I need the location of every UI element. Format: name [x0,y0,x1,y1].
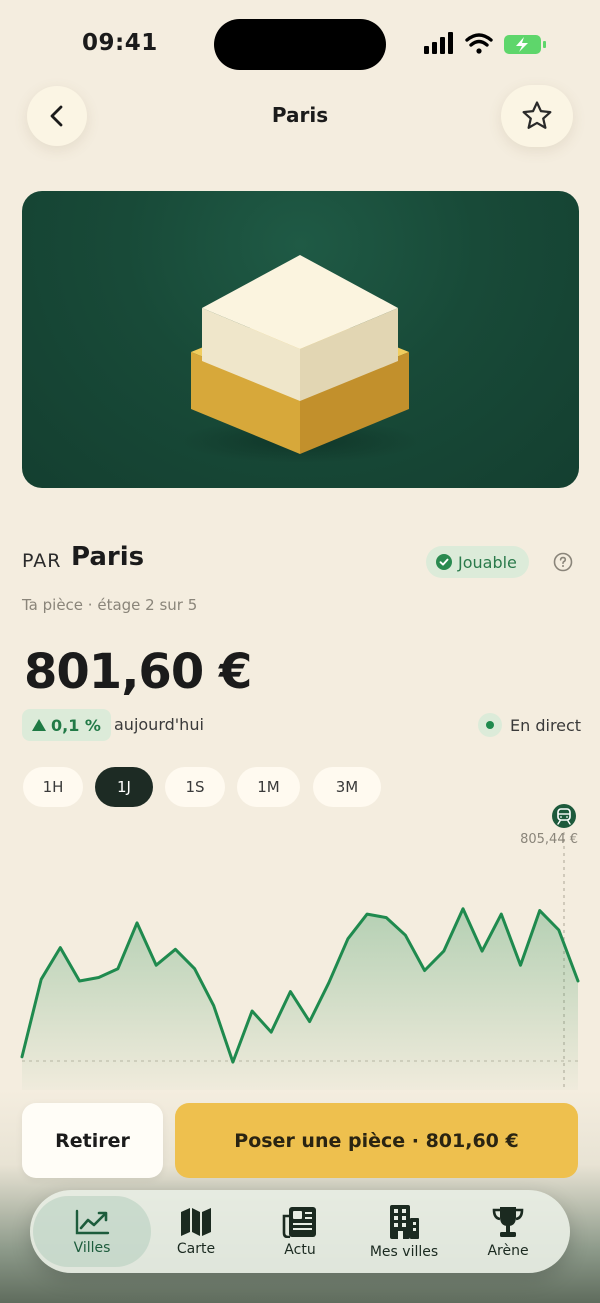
check-circle-icon [436,554,452,570]
dynamic-island [214,19,386,70]
map-icon [181,1207,211,1236]
tab-villes[interactable]: Villes [33,1196,151,1267]
city-hero-card [22,191,579,488]
tab-bar: Villes Carte Actu Mes villes Arène [30,1190,570,1273]
wifi-icon [465,33,493,54]
chart-max-label: 805,44 € [520,832,578,847]
live-dot-icon [478,713,502,737]
piece-floor-subtitle: Ta pièce · étage 2 sur 5 [22,596,198,614]
signal-icon [424,32,453,54]
triangle-up-icon [32,719,46,731]
city-name: Paris [71,542,145,572]
status-icons [424,32,546,54]
question-circle-icon [553,552,573,572]
train-marker-icon[interactable] [552,804,576,828]
tab-arene[interactable]: Arène [449,1196,567,1267]
current-price: 801,60 € [24,644,252,700]
help-button[interactable] [553,552,573,576]
place-piece-button[interactable]: Poser une pièce · 801,60 € [175,1103,578,1178]
tab-carte[interactable]: Carte [137,1196,255,1267]
withdraw-button[interactable]: Retirer [22,1103,163,1178]
chart-area [22,908,578,1092]
tab-mes-villes[interactable]: Mes villes [345,1196,463,1267]
live-label: En direct [510,715,582,735]
newspaper-icon [282,1206,316,1238]
chart-line-icon [75,1209,110,1234]
status-bar: 09:41 [0,0,600,90]
live-indicator: En direct [478,713,581,737]
change-badge: 0,1 % [22,709,111,741]
change-value: 0,1 % [51,715,101,735]
change-period: aujourd'hui [114,715,204,734]
favorite-button[interactable] [501,85,573,147]
trophy-icon [492,1206,524,1237]
status-time: 09:41 [82,30,158,56]
pair-label: PAR [22,550,62,572]
playable-badge-label: Jouable [458,552,517,572]
building-icon [390,1204,419,1239]
star-icon [522,101,552,129]
playable-badge: Jouable [426,546,529,578]
battery-icon [504,35,546,54]
building-block-illustration [180,255,420,463]
tab-actu[interactable]: Actu [241,1196,359,1267]
